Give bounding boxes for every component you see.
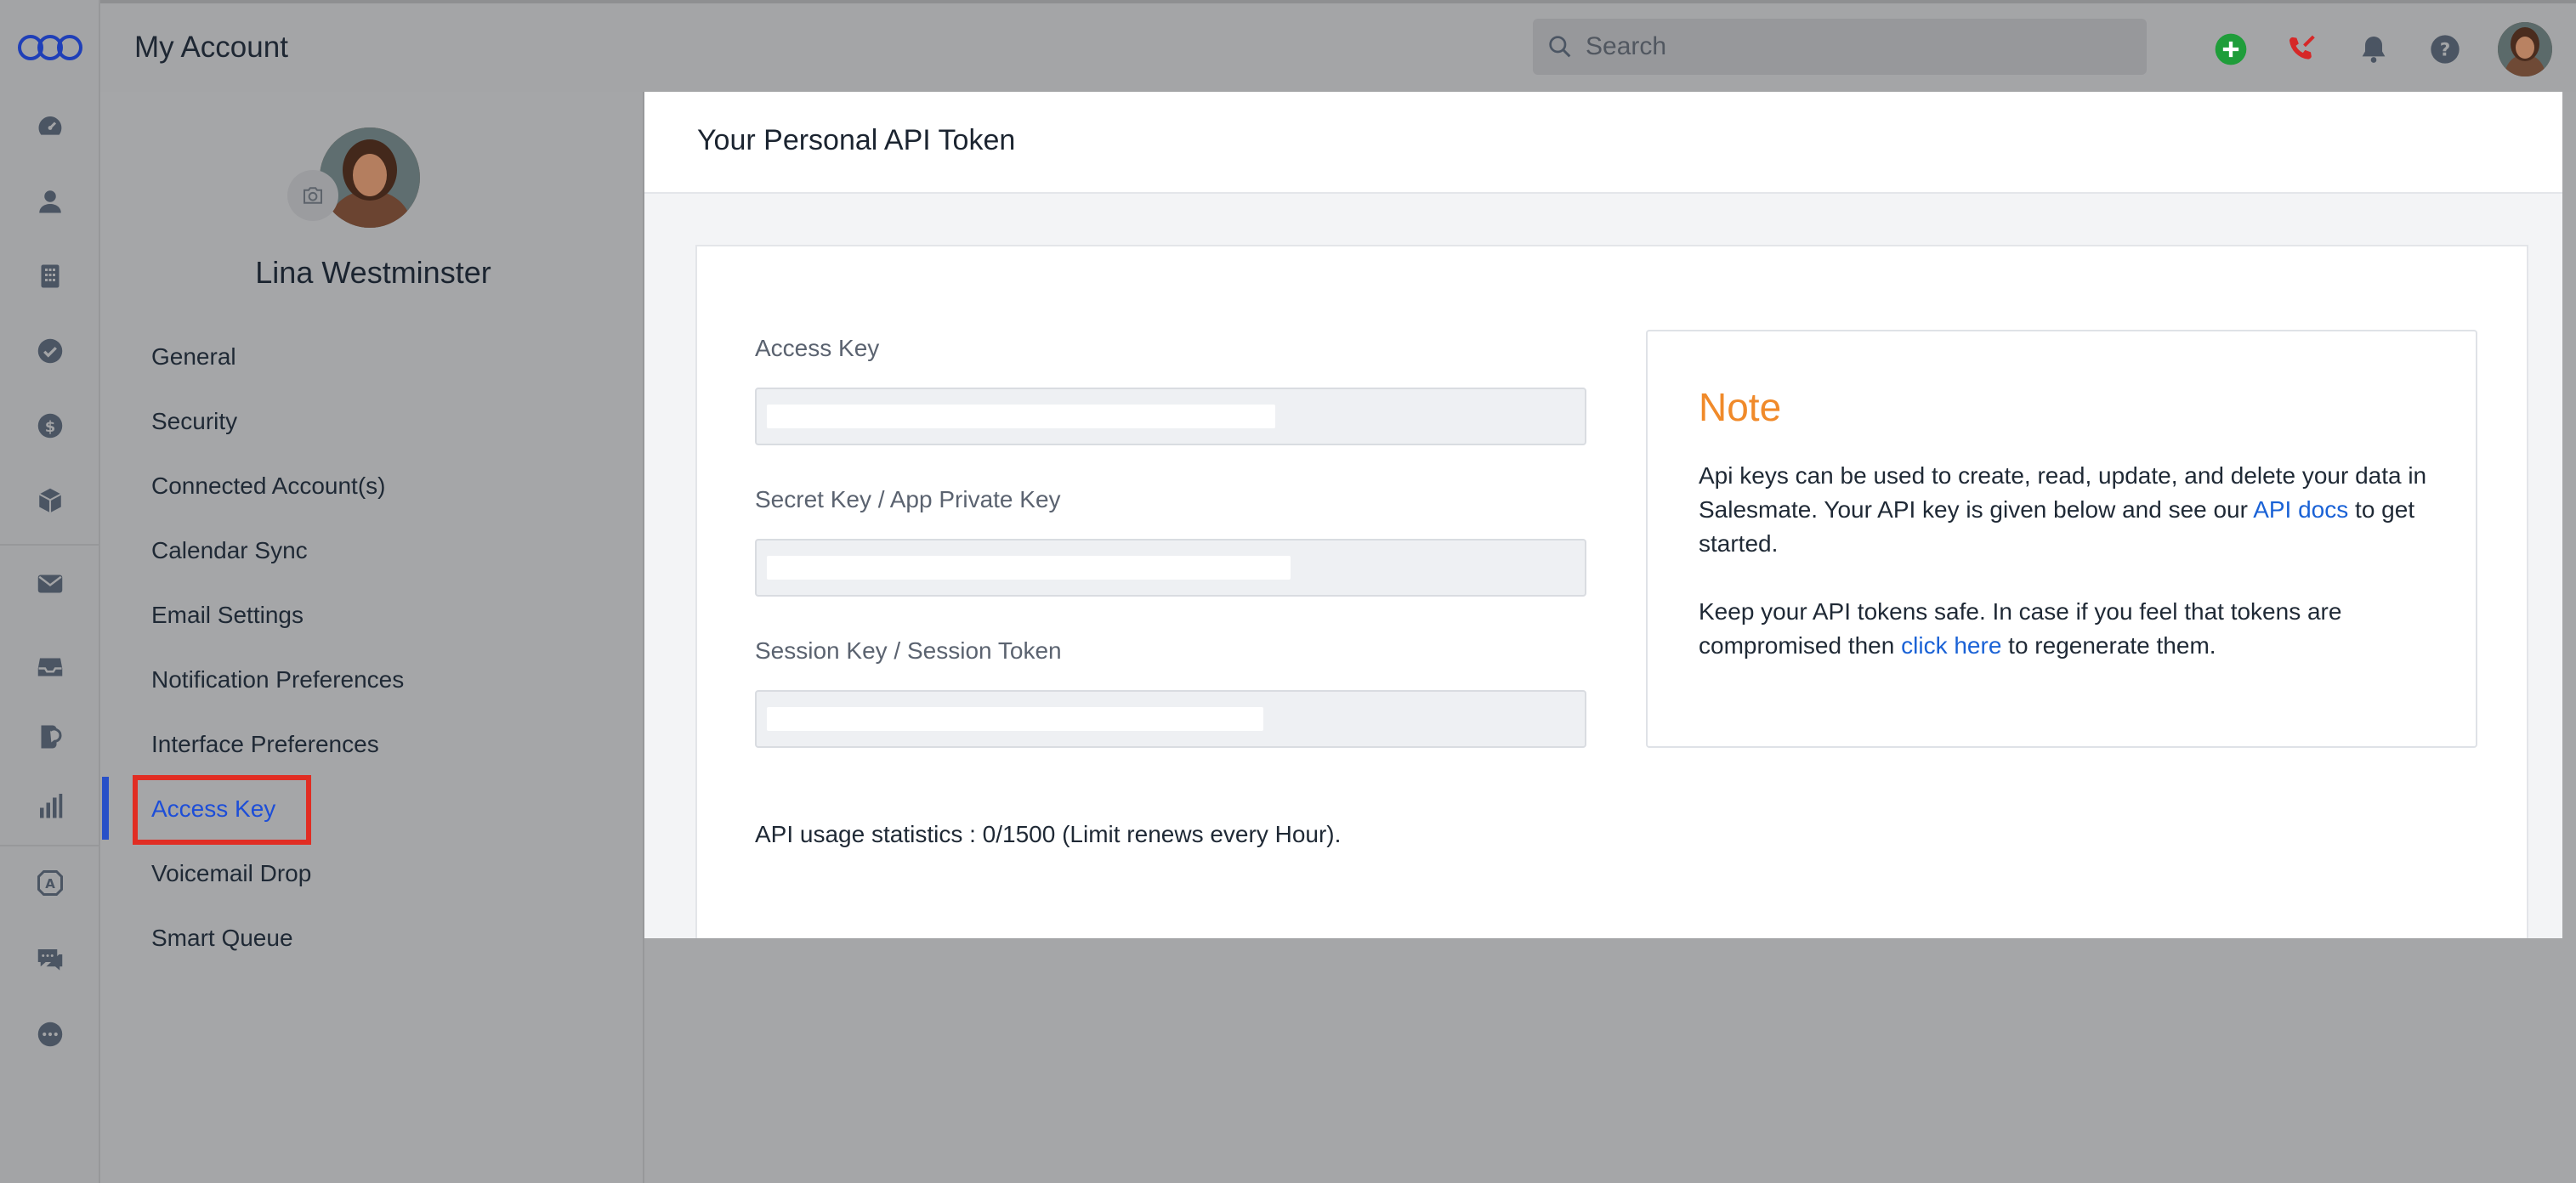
automation-icon[interactable]: A <box>29 862 71 904</box>
api-token-panel: Access Key Secret Key / App Private Key … <box>695 245 2528 938</box>
search-input[interactable]: Search <box>1533 19 2147 75</box>
secret-key-value <box>767 556 1291 580</box>
profile-photo <box>320 127 420 228</box>
email-icon[interactable] <box>29 563 71 605</box>
inbox-icon[interactable] <box>29 646 71 688</box>
products-icon[interactable] <box>29 479 71 522</box>
contacts-icon[interactable] <box>29 180 71 223</box>
secret-key-field[interactable] <box>755 539 1586 597</box>
note-box: Note Api keys can be used to create, rea… <box>1646 330 2477 748</box>
sidebar-item-general[interactable]: General <box>151 343 236 371</box>
access-key-field[interactable] <box>755 388 1586 445</box>
page-title: My Account <box>134 31 288 64</box>
section-title: Your Personal API Token <box>697 124 1016 156</box>
sidebar-item-smart-queue[interactable]: Smart Queue <box>151 925 293 952</box>
regenerate-tokens-link[interactable]: click here <box>1901 632 2001 659</box>
content-area: Access Key Secret Key / App Private Key … <box>644 194 2562 938</box>
companies-icon[interactable] <box>29 255 71 297</box>
user-name: Lina Westminster <box>255 255 491 290</box>
deals-icon[interactable]: $ <box>29 405 71 447</box>
sidebar-item-email-settings[interactable]: Email Settings <box>151 602 304 629</box>
chat-icon[interactable] <box>29 938 71 981</box>
add-icon[interactable] <box>2214 32 2248 66</box>
api-usage-statistics: API usage statistics : 0/1500 (Limit ren… <box>755 821 1342 847</box>
content-header: Your Personal API Token <box>644 92 2562 194</box>
sidebar-item-voicemail-drop[interactable]: Voicemail Drop <box>151 860 311 887</box>
user-avatar[interactable] <box>2498 22 2552 76</box>
api-docs-link[interactable]: API docs <box>2253 496 2348 523</box>
access-key-label: Access Key <box>755 335 880 361</box>
search-icon <box>1549 36 1571 58</box>
camera-icon <box>304 187 322 204</box>
svg-text:A: A <box>45 876 55 891</box>
account-settings-sidebar: Lina Westminster General Security Connec… <box>102 92 644 1183</box>
conversations-icon[interactable] <box>29 716 71 758</box>
secret-key-label: Secret Key / App Private Key <box>755 486 1061 512</box>
active-indicator <box>102 777 109 840</box>
svg-text:$: $ <box>45 418 56 436</box>
sidebar-item-security[interactable]: Security <box>151 408 237 435</box>
app-navigation-rail: $ A <box>0 0 100 1183</box>
access-key-value <box>767 405 1275 428</box>
more-icon[interactable] <box>29 1013 71 1056</box>
note-paragraph-2: Keep your API tokens safe. In case if yo… <box>1699 598 2342 659</box>
session-key-label: Session Key / Session Token <box>755 637 1062 664</box>
sidebar-item-calendar-sync[interactable]: Calendar Sync <box>151 537 308 564</box>
bell-icon[interactable] <box>2357 32 2391 66</box>
session-key-field[interactable] <box>755 690 1586 748</box>
search-placeholder: Search <box>1586 32 1667 60</box>
change-photo-button[interactable] <box>287 170 338 221</box>
top-bar: My Account Search ? <box>100 0 2576 92</box>
sidebar-item-access-key[interactable]: Access Key <box>151 795 275 823</box>
salesmate-logo[interactable] <box>15 31 85 65</box>
session-key-value <box>767 707 1263 731</box>
note-title: Note <box>1699 385 1782 429</box>
reports-icon[interactable] <box>29 785 71 828</box>
note-paragraph-1: Api keys can be used to create, read, up… <box>1699 462 2427 557</box>
sidebar-item-connected-accounts[interactable]: Connected Account(s) <box>151 473 386 500</box>
sidebar-item-notification-preferences[interactable]: Notification Preferences <box>151 666 404 693</box>
svg-text:?: ? <box>2440 40 2451 61</box>
sidebar-item-interface-preferences[interactable]: Interface Preferences <box>151 731 379 758</box>
dashboard-icon[interactable] <box>29 105 71 148</box>
tasks-icon[interactable] <box>29 330 71 372</box>
missed-call-icon[interactable] <box>2285 32 2319 66</box>
help-icon[interactable]: ? <box>2428 32 2462 66</box>
